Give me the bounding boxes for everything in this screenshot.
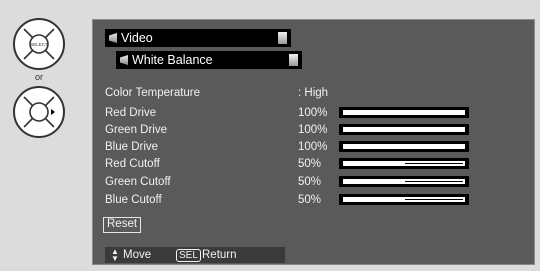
blue-drive-row[interactable]: Blue Drive 100% (105, 139, 525, 156)
red-cutoff-value: 50% (298, 158, 322, 170)
white-balance-menu-label: White Balance (132, 53, 213, 67)
reset-button[interactable]: Reset (103, 217, 142, 233)
blue-drive-slider[interactable] (339, 141, 469, 152)
color-temperature-label: Color Temperature (105, 87, 201, 99)
return-label: Return (202, 249, 237, 261)
sel-key-icon: SEL (176, 249, 201, 262)
submenu-left-icon (120, 55, 128, 65)
select-label: SELECT (30, 42, 48, 47)
green-cutoff-value: 50% (298, 176, 322, 188)
red-drive-row[interactable]: Red Drive 100% (105, 105, 525, 122)
blue-cutoff-row[interactable]: Blue Cutoff 50% (105, 192, 525, 209)
red-drive-slider[interactable] (339, 107, 469, 118)
red-cutoff-slider[interactable] (339, 158, 469, 169)
blue-cutoff-value: 50% (298, 194, 322, 206)
blue-drive-label: Blue Drive (105, 141, 159, 153)
blue-cutoff-slider[interactable] (339, 194, 469, 205)
or-label: or (34, 72, 43, 82)
up-down-arrows-icon: ▲ ▼ (111, 247, 119, 263)
green-drive-label: Green Drive (105, 124, 167, 136)
color-temperature-row[interactable]: Color Temperature : High (105, 85, 525, 102)
white-balance-menu-bar[interactable]: White Balance (116, 51, 302, 69)
green-drive-row[interactable]: Green Drive 100% (105, 122, 525, 139)
video-menu-label: Video (121, 31, 153, 45)
green-cutoff-row[interactable]: Green Cutoff 50% (105, 174, 525, 191)
green-cutoff-label: Green Cutoff (105, 176, 171, 188)
green-drive-value: 100% (298, 124, 328, 136)
red-drive-value: 100% (298, 107, 328, 119)
right-triangle-icon (51, 109, 55, 115)
select-cross-icon: SELECT (23, 28, 55, 60)
osd-panel: Video White Balance Color Temperature : … (92, 19, 535, 265)
color-temperature-value: : High (298, 87, 329, 99)
submenu-right-icon (289, 54, 298, 66)
menu-right-icon (278, 32, 287, 44)
right-cross-icon (23, 96, 55, 128)
green-drive-slider[interactable] (339, 124, 469, 135)
move-label: Move (123, 249, 152, 261)
footer-help-bar: ▲ ▼ Move SEL Return (105, 247, 285, 263)
menu-left-icon (109, 33, 117, 43)
blue-cutoff-label: Blue Cutoff (105, 194, 162, 206)
select-button-icon: SELECT (13, 18, 65, 70)
blue-drive-value: 100% (298, 141, 328, 153)
red-cutoff-row[interactable]: Red Cutoff 50% (105, 156, 525, 173)
green-cutoff-slider[interactable] (339, 176, 469, 187)
red-drive-label: Red Drive (105, 107, 157, 119)
video-menu-bar[interactable]: Video (105, 29, 291, 47)
right-arrow-button-icon (13, 86, 65, 138)
red-cutoff-label: Red Cutoff (105, 158, 160, 170)
